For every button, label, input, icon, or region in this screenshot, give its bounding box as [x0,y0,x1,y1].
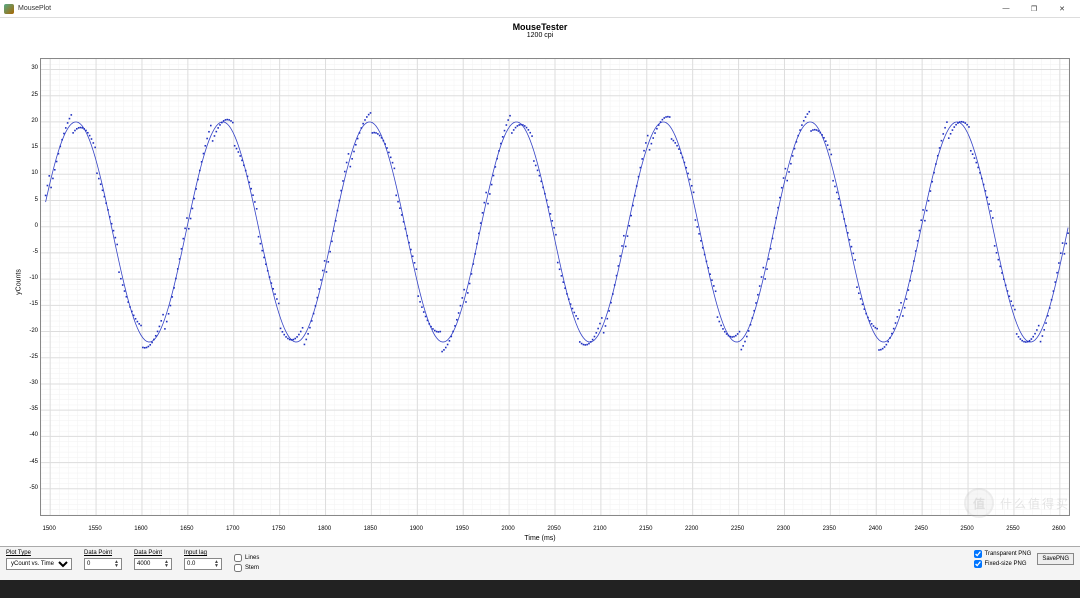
lines-label: Lines [245,555,259,561]
y-tick: -35 [24,406,38,412]
chart-title: MouseTester [0,18,1080,32]
taskbar [0,580,1080,598]
x-tick: 1750 [272,526,285,532]
x-tick: 2500 [960,526,973,532]
y-tick: -25 [24,354,38,360]
chart-area: MouseTester 1200 cpi yCounts Time (ms) 值… [0,18,1080,546]
data-point-start-value: 0 [87,561,90,567]
x-tick: 1900 [410,526,423,532]
maximize-button[interactable]: ❐ [1020,1,1048,17]
stem-checkbox[interactable] [234,564,242,572]
input-lag-label: Input lag [184,550,222,556]
minimize-button[interactable]: — [992,1,1020,17]
plot-region[interactable] [40,58,1070,516]
y-tick: 10 [24,170,38,176]
x-tick: 1550 [88,526,101,532]
spinner-arrows-icon[interactable]: ▲▼ [114,560,119,568]
fixed-size-png-label: Fixed-size PNG [985,561,1027,567]
chart-subtitle: 1200 cpi [0,32,1080,39]
data-point-start-group: Data Point 0 ▲▼ [84,550,122,570]
y-tick: -50 [24,485,38,491]
y-tick: -15 [24,301,38,307]
x-tick: 2600 [1052,526,1065,532]
plot-style-checks: Lines Stem [234,550,259,572]
x-tick: 2550 [1006,526,1019,532]
x-tick: 2050 [547,526,560,532]
export-controls: Transparent PNG Fixed-size PNG SavePNG [974,550,1074,568]
y-axis-label: yCounts [15,269,22,295]
y-tick: -10 [24,275,38,281]
transparent-png-checkbox[interactable] [974,550,982,558]
input-lag-group: Input lag 0.0 ▲▼ [184,550,222,570]
x-tick: 1650 [180,526,193,532]
lines-checkbox[interactable] [234,554,242,562]
x-tick: 2200 [685,526,698,532]
data-point-end-label: Data Point [134,550,172,556]
y-tick: 5 [24,197,38,203]
data-point-start-spinner[interactable]: 0 ▲▼ [84,558,122,570]
stem-label: Stem [245,565,259,571]
controls-bar: Plot Type yCount vs. Time Data Point 0 ▲… [0,546,1080,580]
x-tick: 2250 [731,526,744,532]
y-tick: -40 [24,432,38,438]
data-point-end-value: 4000 [137,561,150,567]
fixed-size-png-checkbox[interactable] [974,560,982,568]
spinner-arrows-icon[interactable]: ▲▼ [214,560,219,568]
x-tick: 2450 [914,526,927,532]
x-tick: 2100 [593,526,606,532]
x-tick: 1850 [364,526,377,532]
input-lag-value: 0.0 [187,561,195,567]
y-tick: 0 [24,223,38,229]
x-tick: 2150 [639,526,652,532]
x-tick: 2300 [777,526,790,532]
titlebar: MousePlot — ❐ ✕ [0,0,1080,18]
x-tick: 2400 [869,526,882,532]
x-tick: 1700 [226,526,239,532]
x-axis-label: Time (ms) [524,535,555,542]
x-tick: 1800 [318,526,331,532]
window-buttons: — ❐ ✕ [992,1,1076,17]
data-point-start-label: Data Point [84,550,122,556]
x-tick: 1500 [42,526,55,532]
plot-type-group: Plot Type yCount vs. Time [6,550,72,570]
y-tick: 15 [24,144,38,150]
y-tick: 20 [24,118,38,124]
y-tick: 25 [24,92,38,98]
x-tick: 1950 [456,526,469,532]
close-button[interactable]: ✕ [1048,1,1076,17]
input-lag-spinner[interactable]: 0.0 ▲▼ [184,558,222,570]
spinner-arrows-icon[interactable]: ▲▼ [164,560,169,568]
plot-svg [41,59,1069,515]
y-tick: -30 [24,380,38,386]
app-icon [4,4,14,14]
window-title: MousePlot [18,5,992,12]
x-tick: 2350 [823,526,836,532]
y-tick: -5 [24,249,38,255]
y-tick: -20 [24,328,38,334]
x-tick: 2000 [501,526,514,532]
plot-type-label: Plot Type [6,550,72,556]
plot-type-select[interactable]: yCount vs. Time [6,558,72,570]
y-tick: 30 [24,65,38,71]
transparent-png-label: Transparent PNG [985,551,1032,557]
x-tick: 1600 [134,526,147,532]
y-tick: -45 [24,459,38,465]
save-png-button[interactable]: SavePNG [1037,553,1074,565]
data-point-end-group: Data Point 4000 ▲▼ [134,550,172,570]
data-point-end-spinner[interactable]: 4000 ▲▼ [134,558,172,570]
